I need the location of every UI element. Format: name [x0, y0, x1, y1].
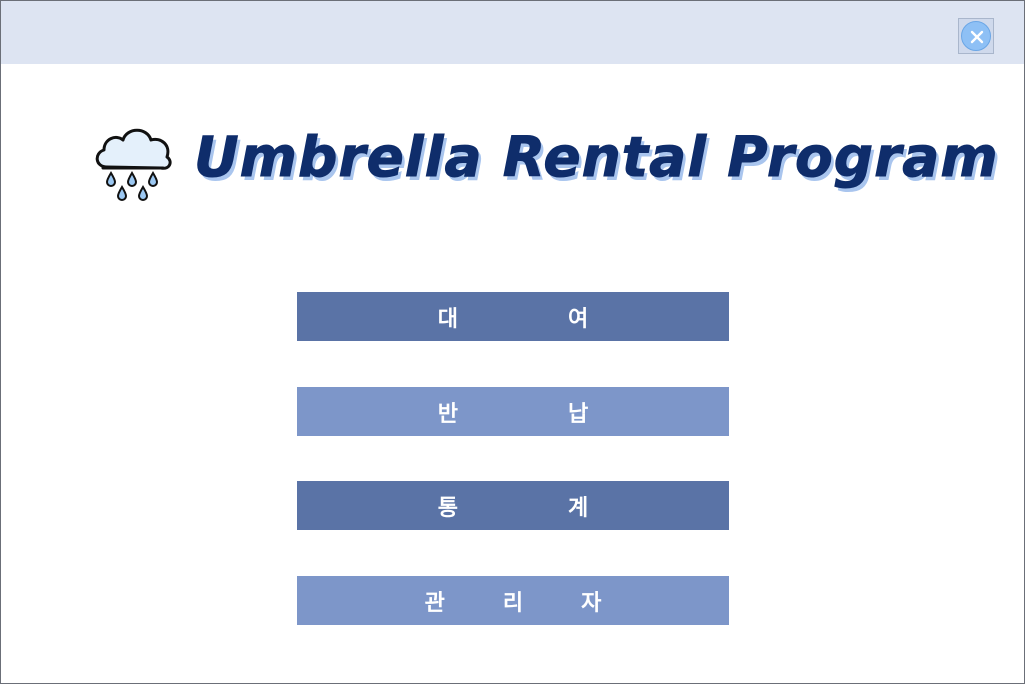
return-button-label: 반 납	[297, 387, 729, 436]
rent-button[interactable]: 대 여	[297, 292, 729, 341]
stats-button[interactable]: 통 계	[297, 481, 729, 530]
admin-button[interactable]: 관 리 자	[297, 576, 729, 625]
admin-char-2: 리	[502, 590, 524, 616]
rent-button-label: 대 여	[297, 292, 729, 341]
close-button[interactable]	[958, 18, 994, 54]
rent-char-1: 대	[437, 306, 458, 332]
stats-char-2: 계	[568, 495, 589, 521]
admin-button-label: 관 리 자	[297, 576, 729, 625]
admin-char-3: 자	[581, 590, 602, 616]
title-bar[interactable]	[1, 1, 1024, 64]
return-char-2: 납	[568, 401, 589, 427]
stats-char-1: 통	[437, 495, 458, 521]
rain-cloud-icon	[95, 128, 172, 201]
return-char-1: 반	[437, 401, 458, 427]
rent-char-2: 여	[568, 306, 589, 332]
app-title: Umbrella Rental Program	[194, 125, 999, 190]
app-window: Umbrella Rental Program 대 여 반 납 통 계 관 리 …	[0, 0, 1025, 684]
admin-char-1: 관	[424, 590, 445, 616]
close-icon	[970, 30, 984, 44]
return-button[interactable]: 반 납	[297, 387, 729, 436]
stats-button-label: 통 계	[297, 481, 729, 530]
